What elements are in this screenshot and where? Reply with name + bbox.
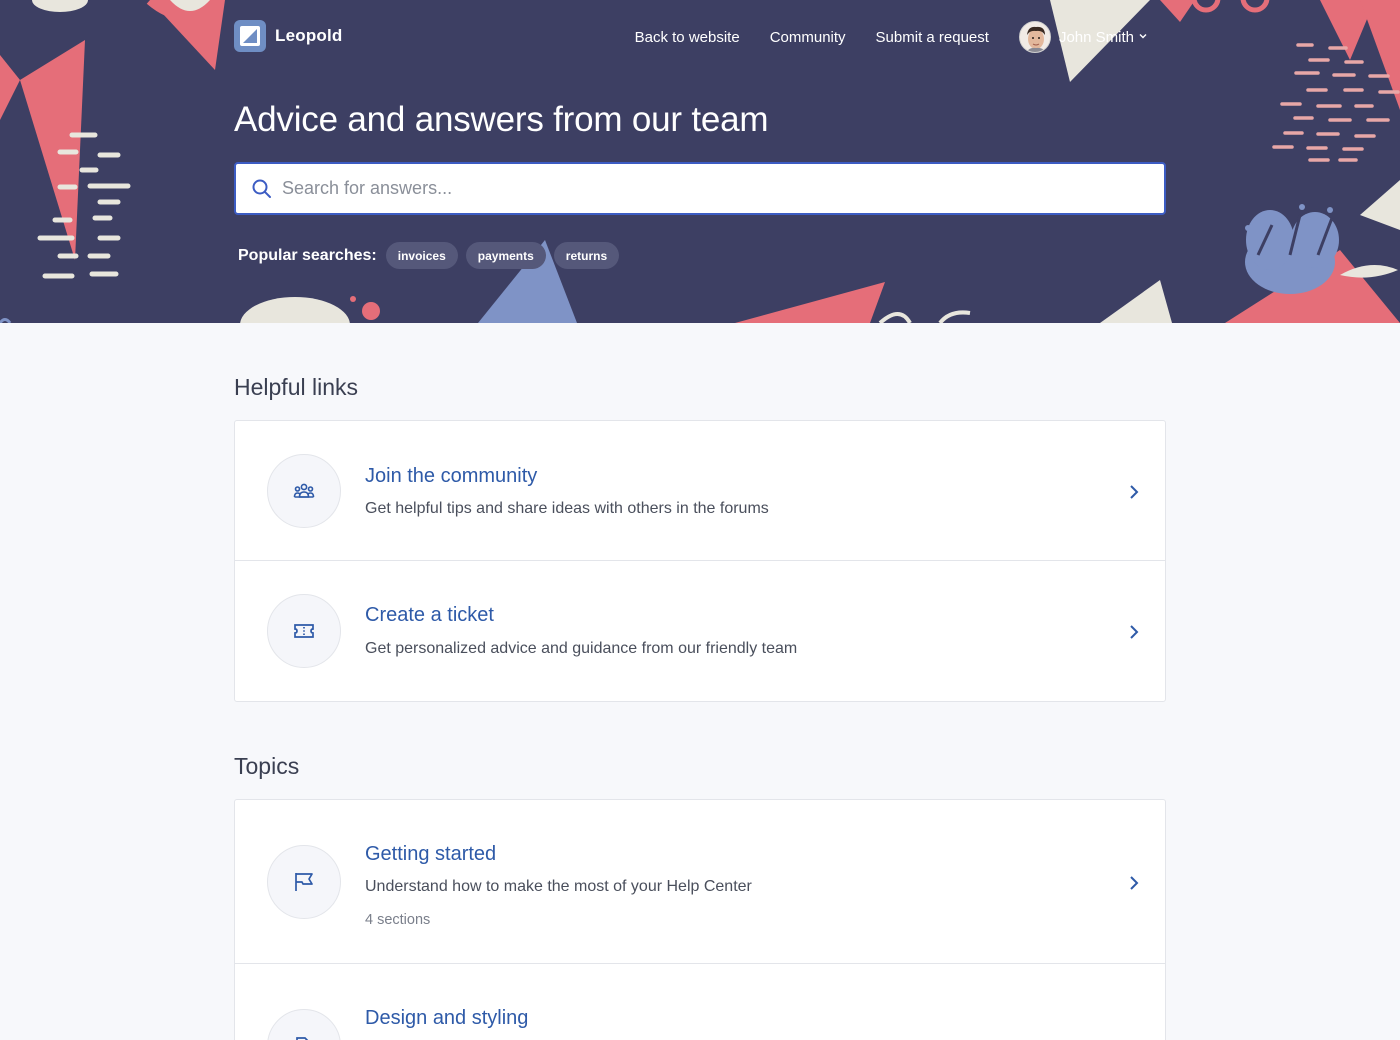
flag-icon [267,845,341,919]
list-item[interactable]: Getting started Understand how to make t… [235,800,1165,964]
top-nav: Back to website Community Submit a reque… [605,18,1148,56]
topics-heading: Topics [234,753,300,779]
chevron-right-icon [1130,625,1139,639]
list-item[interactable]: Join the community Get helpful tips and … [235,421,1165,561]
link-description: Get personalized advice and guidance fro… [365,640,798,657]
topic-title[interactable]: Getting started [365,843,496,866]
chevron-right-icon [1130,876,1139,890]
brand-logo[interactable]: Leopold [234,20,343,52]
brand-name: Leopold [275,26,343,45]
ticket-icon [267,594,341,668]
link-description: Get helpful tips and share ideas with ot… [365,500,769,517]
topic-section-count: 4 sections [365,912,431,928]
logo-icon [234,20,266,52]
search-icon [252,179,271,198]
nav-community[interactable]: Community [770,29,846,46]
user-name: John Smith [1058,28,1134,46]
site-header: Leopold Back to website Community Submit… [234,18,1166,56]
link-title[interactable]: Join the community [365,465,537,488]
popular-search-chip[interactable]: payments [465,242,546,269]
topic-description: Understand how to make the most of your … [365,878,752,895]
popular-searches-label: Popular searches: [238,246,377,264]
list-item[interactable]: Create a ticket Get personalized advice … [235,561,1165,702]
chevron-down-icon [1138,28,1148,46]
search-box [234,162,1166,215]
hero-banner: Leopold Back to website Community Submit… [0,0,1400,323]
avatar [1018,21,1051,53]
helpful-links-card: Join the community Get helpful tips and … [234,420,1166,702]
topics-card: Getting started Understand how to make t… [234,799,1166,1040]
nav-back-to-website[interactable]: Back to website [635,29,740,46]
topic-title[interactable]: Design and styling [365,1007,528,1030]
page-title: Advice and answers from our team [234,100,769,139]
helpful-links-heading: Helpful links [234,374,358,400]
brush-icon [267,1009,341,1040]
link-title[interactable]: Create a ticket [365,604,494,627]
chevron-right-icon [1130,485,1139,499]
popular-searches: Popular searches: invoices payments retu… [238,242,627,269]
list-item[interactable]: Design and styling [235,964,1165,1040]
nav-submit-request[interactable]: Submit a request [876,29,989,46]
search-input[interactable] [282,178,1142,199]
popular-search-chip[interactable]: invoices [385,242,458,269]
popular-search-chip[interactable]: returns [553,242,620,269]
user-menu[interactable]: John Smith [1018,21,1148,53]
community-icon [267,454,341,528]
